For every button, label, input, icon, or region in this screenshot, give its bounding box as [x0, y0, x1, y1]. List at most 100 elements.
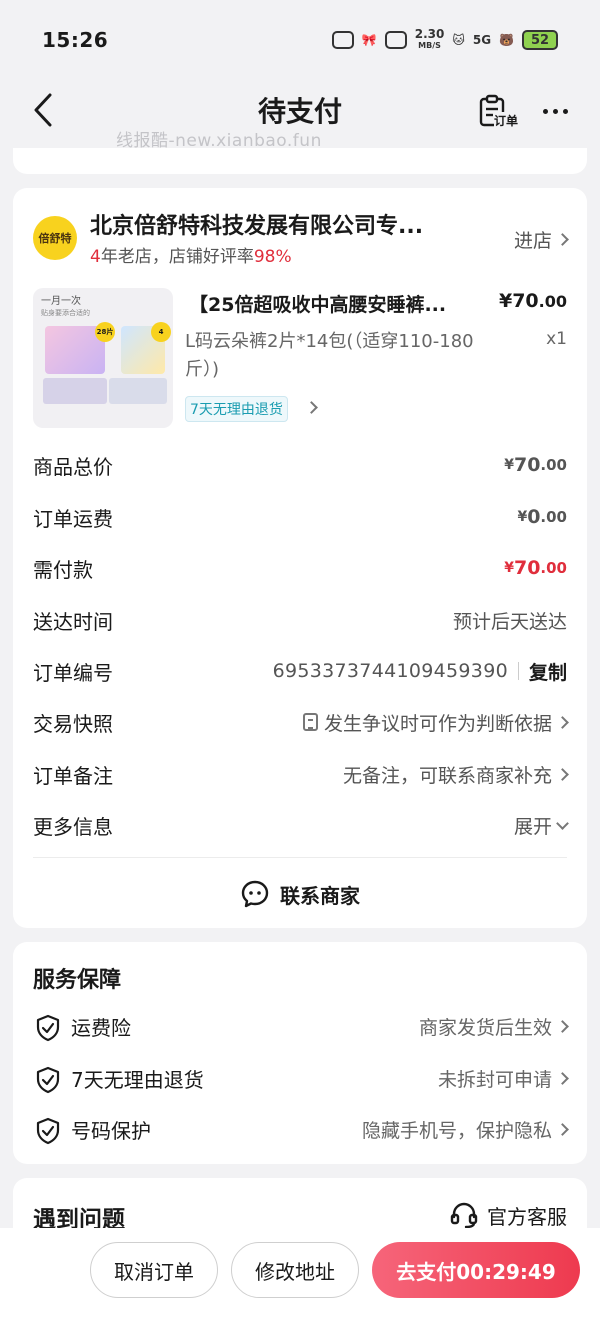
snapshot-value: 发生争议时可作为判断依据 — [323, 712, 552, 735]
product-image-tag: 28片 — [95, 322, 115, 342]
shop-years: 4 — [90, 247, 101, 267]
bow-icon: 🎀 — [361, 33, 377, 47]
row-snapshot[interactable]: 交易快照 发生争议时可作为判断依据 — [33, 702, 569, 742]
chevron-right-icon — [556, 1122, 569, 1136]
chevron-down-icon — [556, 816, 569, 830]
product-price-dec: .00 — [538, 292, 567, 311]
order-button[interactable]: 订单 — [478, 94, 524, 130]
shop-years-suffix: 年老店，店铺好评率 — [100, 247, 254, 267]
chevron-right-icon — [556, 767, 569, 781]
chevron-right-icon[interactable] — [305, 401, 318, 414]
shipping-dec: .00 — [540, 508, 567, 526]
enter-shop-label: 进店 — [513, 230, 552, 252]
service-item-label: 号码保护 — [71, 1118, 151, 1143]
remark-label: 订单备注 — [33, 763, 113, 788]
contact-merchant-label: 联系商家 — [280, 883, 360, 908]
network-speed-unit: MB/S — [418, 41, 441, 50]
cat-icon: 🐱 — [452, 33, 465, 47]
order-button-label: 订单 — [494, 112, 519, 129]
change-address-button[interactable]: 修改地址 — [231, 1242, 359, 1298]
row-delivery: 送达时间 预计后天送达 — [33, 600, 567, 640]
service-item[interactable]: 号码保护 隐藏手机号，保护隐私 — [33, 1109, 569, 1149]
currency-symbol: ¥ — [517, 509, 528, 525]
order-card: 倍舒特 北京倍舒特科技发展有限公司专... 4年老店，店铺好评率98% 进店 一… — [13, 188, 587, 928]
chevron-right-icon — [556, 715, 569, 729]
service-item-value-text: 未拆封可申请 — [437, 1068, 552, 1091]
order-number-value: 6953373744109459390 — [272, 660, 508, 682]
expand-button[interactable]: 展开 — [514, 812, 569, 839]
copy-button[interactable]: 复制 — [529, 658, 567, 685]
currency-symbol: ¥ — [504, 457, 514, 473]
product-image[interactable]: 一月一次 贴身要添合适的 28片 4 — [33, 288, 173, 428]
product-image-tag: 4 — [151, 322, 171, 342]
chat-icon — [241, 880, 269, 908]
more-button[interactable] — [538, 96, 572, 126]
payable-dec: .00 — [540, 559, 567, 577]
row-payable: 需付款 ¥70.00 — [33, 548, 567, 588]
pay-now-button[interactable]: 去支付00:29:49 — [372, 1242, 580, 1298]
service-item[interactable]: 运费险 商家发货后生效 — [33, 1006, 569, 1046]
shop-name[interactable]: 北京倍舒特科技发展有限公司专... — [90, 208, 470, 240]
service-card: 服务保障 运费险 商家发货后生效 7天无理由退货 未拆封可申请 号码保护 隐藏手… — [13, 942, 587, 1164]
signal-5g: 5G — [472, 33, 492, 47]
more-dot-icon — [562, 108, 568, 114]
payable-label: 需付款 — [33, 557, 93, 582]
goods-total-value: ¥70.00 — [504, 454, 567, 476]
payable-int: 70 — [513, 557, 541, 579]
snapshot-value-group[interactable]: 发生争议时可作为判断依据 — [302, 709, 569, 736]
product-image-info — [43, 378, 107, 404]
more-info-label: 更多信息 — [33, 814, 113, 839]
delivery-label: 送达时间 — [33, 609, 113, 634]
contact-merchant-button[interactable]: 联系商家 — [13, 874, 587, 914]
cancel-order-button[interactable]: 取消订单 — [90, 1242, 218, 1298]
notification-icon — [331, 31, 354, 49]
remark-value-group[interactable]: 无备注，可联系商家补充 — [342, 761, 569, 788]
row-order-number: 订单编号 6953373744109459390 复制 — [33, 651, 567, 691]
shop-meta: 4年老店，店铺好评率98% — [90, 242, 292, 267]
service-item-label: 7天无理由退货 — [71, 1067, 204, 1092]
customer-service-button[interactable]: 官方客服 — [449, 1200, 567, 1230]
shipping-value: ¥0.00 — [517, 506, 567, 528]
product-quantity: x1 — [546, 329, 567, 349]
service-item[interactable]: 7天无理由退货 未拆封可申请 — [33, 1058, 569, 1098]
remark-value: 无备注，可联系商家补充 — [342, 764, 552, 787]
bear-icon: 🐻 — [499, 33, 514, 47]
battery-indicator: 52 — [522, 30, 558, 50]
status-bar: 15:26 🎀 2.30 MB/S 🐱 5G 🐻 52 — [0, 0, 600, 80]
divider — [517, 662, 519, 680]
product-spec: L码云朵裤2片*14包(（适穿110-180斤）) — [185, 331, 474, 380]
divider — [33, 857, 567, 858]
network-speed-value: 2.30 — [414, 27, 445, 41]
bottom-action-bar: 取消订单 修改地址 去支付00:29:49 — [0, 1228, 600, 1318]
service-item-value-text: 隐藏手机号，保护隐私 — [361, 1119, 552, 1142]
return-policy-tag[interactable]: 7天无理由退货 — [185, 396, 288, 422]
shipping-label: 订单运费 — [33, 506, 113, 531]
service-item-value: 隐藏手机号，保护隐私 — [361, 1116, 569, 1143]
shield-check-icon — [36, 1066, 60, 1094]
service-title: 服务保障 — [33, 968, 122, 993]
shop-rating: 98% — [253, 247, 292, 267]
status-time: 15:26 — [42, 28, 109, 52]
shop-header[interactable]: 倍舒特 北京倍舒特科技发展有限公司专... 4年老店，店铺好评率98% 进店 — [33, 208, 569, 270]
snapshot-label: 交易快照 — [33, 711, 113, 736]
shield-check-icon — [36, 1117, 60, 1145]
row-goods-total: 商品总价 ¥70.00 — [33, 445, 567, 485]
delivery-value: 预计后天送达 — [452, 610, 567, 633]
shield-check-icon — [36, 1014, 60, 1042]
more-dot-icon — [552, 108, 558, 114]
row-remark[interactable]: 订单备注 无备注，可联系商家补充 — [33, 754, 569, 794]
customer-service-label: 官方客服 — [487, 1204, 567, 1229]
row-shipping: 订单运费 ¥0.00 — [33, 497, 567, 537]
status-icons: 🎀 2.30 MB/S 🐱 5G 🐻 52 — [331, 27, 558, 52]
product-price: ¥70.00 — [499, 290, 567, 312]
enter-shop-button[interactable]: 进店 — [513, 226, 569, 253]
product-image-subtext: 贴身要添合适的 — [41, 309, 90, 317]
chevron-right-icon — [556, 233, 569, 246]
headset-icon — [450, 1202, 478, 1229]
currency-symbol: ¥ — [504, 560, 514, 576]
product-image-text: 一月一次 — [41, 296, 81, 307]
row-more-info[interactable]: 更多信息 展开 — [33, 805, 569, 845]
service-item-label: 运费险 — [71, 1015, 131, 1040]
more-dot-icon — [542, 108, 548, 114]
product-title[interactable]: 【25倍超吸收中高腰安睡裤... — [189, 290, 489, 317]
